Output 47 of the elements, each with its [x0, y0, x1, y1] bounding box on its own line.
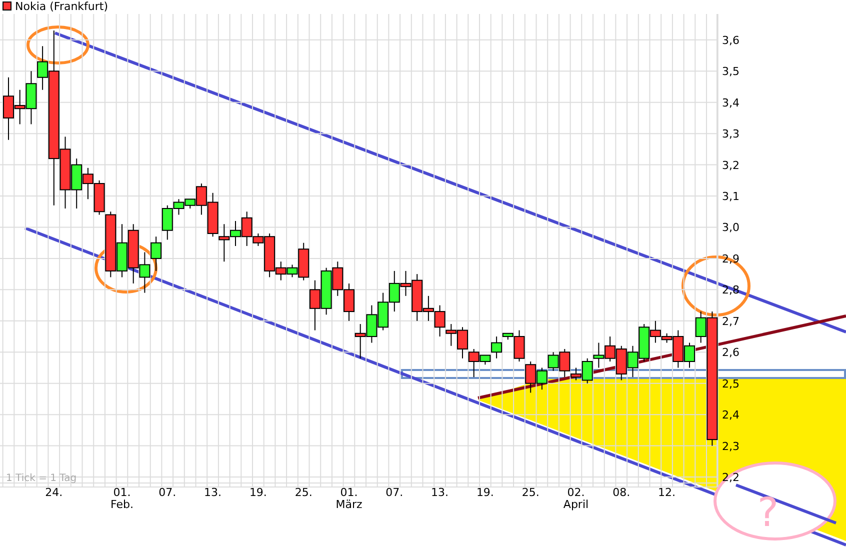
y-tick-label: 3,1 [722, 190, 740, 204]
x-tick-label: 13. [204, 486, 222, 499]
y-tick-label: 3,2 [722, 158, 740, 172]
y-tick-label: 2,3 [722, 440, 740, 453]
candlestick [378, 292, 389, 331]
scale-note: 1 Tick = 1 Tag [6, 473, 77, 484]
x-tick-label: 19. [249, 486, 267, 499]
x-tick-label: 25. [294, 486, 312, 499]
legend-label: Nokia (Frankfurt) [15, 0, 108, 13]
candlestick [616, 345, 627, 381]
candlestick [332, 261, 344, 296]
candlestick [366, 304, 378, 344]
candlestick [593, 342, 604, 368]
y-tick-label: 2,6 [722, 346, 740, 360]
candlestick [604, 336, 616, 362]
y-tick-label: 2,4 [722, 408, 740, 422]
x-tick-label: 02. April [563, 486, 589, 511]
candlestick [536, 367, 548, 390]
x-tick-label: 01. März [336, 486, 362, 511]
y-tick-label: 3,5 [722, 65, 740, 78]
x-tick-label: 08. [612, 486, 630, 499]
y-tick-label: 2,5 [722, 377, 740, 390]
x-tick-label: 07. [386, 486, 404, 499]
candlestick [344, 282, 354, 322]
candlestick [150, 236, 162, 272]
y-tick-label: 2,7 [722, 314, 740, 328]
candlestick [627, 345, 638, 378]
x-tick-label: 01. Feb. [110, 486, 134, 511]
candlestick [354, 324, 366, 359]
y-tick-label: 3,0 [722, 221, 740, 234]
y-tick-label: 3,3 [722, 128, 740, 141]
x-tick-label: 13. [431, 486, 449, 499]
x-tick-label: 24. [45, 486, 63, 499]
x-tick-label: 19. [476, 486, 494, 499]
x-tick-label: 12. [658, 486, 676, 499]
candlestick [309, 280, 320, 331]
question-mark: ? [757, 490, 779, 536]
y-tick-label: 3,4 [722, 96, 740, 110]
x-tick-label: 07. [158, 486, 176, 499]
x-tick-label: 25. [522, 486, 540, 499]
candlestick [207, 192, 218, 238]
candlestick [457, 326, 468, 359]
y-tick-label: 3,6 [722, 34, 740, 47]
candlestick [116, 224, 128, 278]
legend-swatch [2, 2, 12, 10]
candlestick [525, 361, 536, 394]
candlestick [320, 267, 332, 316]
